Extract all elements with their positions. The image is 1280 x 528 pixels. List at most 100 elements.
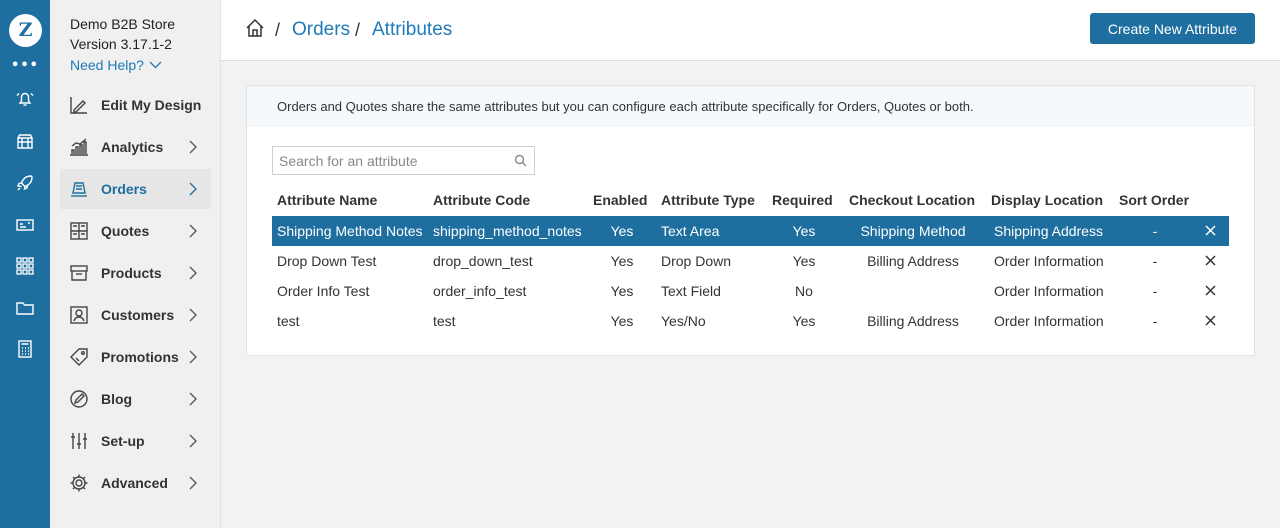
column-header[interactable]: Attribute Name (277, 192, 377, 208)
column-header[interactable]: Attribute Code (433, 192, 530, 208)
bell-icon[interactable] (15, 89, 35, 109)
pen-icon (69, 389, 89, 409)
create-new-attribute-button[interactable]: Create New Attribute (1090, 13, 1255, 44)
cell-checkout-location: Shipping Method (860, 223, 966, 239)
cell-display-location: Order Information (994, 283, 1104, 299)
cell-required: Yes (792, 313, 816, 329)
search-icon[interactable] (514, 154, 527, 167)
delete-icon[interactable] (1204, 224, 1217, 237)
breadcrumb-separator: / (355, 20, 361, 40)
cell-sort-order: - (1152, 283, 1158, 299)
nav-item-products[interactable]: Products (60, 253, 211, 293)
nav-label: Orders (101, 181, 147, 197)
delete-icon[interactable] (1204, 284, 1217, 297)
chevron-right-icon (189, 182, 197, 196)
chevron-right-icon (189, 266, 197, 280)
chevron-right-icon (189, 476, 197, 490)
cell-display-location: Order Information (994, 253, 1104, 269)
nav-label: Customers (101, 307, 175, 323)
apps-grid-icon[interactable] (15, 256, 35, 276)
cell-attribute-type: Drop Down (661, 253, 732, 269)
breadcrumb-attributes[interactable]: Attributes (372, 19, 452, 41)
column-header[interactable]: Required (772, 192, 833, 208)
sliders-icon (69, 431, 89, 451)
nav-item-analytics[interactable]: Analytics (60, 127, 211, 167)
cell-attribute-type: Text Area (661, 223, 720, 239)
cell-checkout-location: Billing Address (867, 313, 959, 329)
more-dots-icon[interactable]: ••• (0, 58, 50, 73)
nav-label: Promotions (101, 349, 179, 365)
column-header[interactable]: Display Location (991, 192, 1103, 208)
cell-enabled: Yes (610, 313, 634, 329)
column-header[interactable]: Enabled (593, 192, 647, 208)
box-icon (69, 263, 89, 283)
table-row[interactable]: Shipping Method Notes shipping_method_no… (272, 216, 1229, 246)
chevron-down-icon (149, 61, 162, 69)
cell-attribute-type: Text Field (661, 283, 721, 299)
nav-item-set-up[interactable]: Set-up (60, 421, 211, 461)
search-input[interactable] (273, 147, 508, 174)
gear-icon (69, 473, 89, 493)
nav-label: Advanced (101, 475, 168, 491)
cell-required: Yes (792, 253, 816, 269)
column-header[interactable]: Checkout Location (849, 192, 975, 208)
nav-label: Edit My Design (101, 97, 202, 113)
main-nav: Demo B2B Store Version 3.17.1-2 Need Hel… (50, 0, 221, 528)
chart-icon (69, 137, 89, 157)
cell-attribute-code: shipping_method_notes (433, 223, 582, 239)
store-version: Version 3.17.1-2 (70, 36, 172, 52)
info-text: Orders and Quotes share the same attribu… (277, 99, 974, 114)
chevron-right-icon (189, 392, 197, 406)
store-icon[interactable] (15, 131, 35, 151)
cell-display-location: Order Information (994, 313, 1104, 329)
table-row[interactable]: Drop Down Test drop_down_test Yes Drop D… (272, 246, 1229, 276)
nav-item-advanced[interactable]: Advanced (60, 463, 211, 503)
cell-attribute-code: test (433, 313, 456, 329)
nav-item-blog[interactable]: Blog (60, 379, 211, 419)
breadcrumb-separator: / (275, 20, 281, 40)
rocket-icon[interactable] (15, 173, 35, 193)
cell-checkout-location: Billing Address (867, 253, 959, 269)
home-icon[interactable] (245, 18, 265, 38)
need-help-label: Need Help? (70, 57, 144, 73)
cell-enabled: Yes (610, 283, 634, 299)
store-name: Demo B2B Store (70, 16, 176, 32)
cell-attribute-name: test (277, 313, 300, 329)
need-help-link[interactable]: Need Help? (70, 57, 162, 73)
cell-sort-order: - (1152, 253, 1158, 269)
tag-icon (69, 347, 89, 367)
info-banner: Orders and Quotes share the same attribu… (247, 86, 1254, 126)
nav-item-edit-my-design[interactable]: Edit My Design (60, 85, 211, 125)
nav-item-quotes[interactable]: Quotes (60, 211, 211, 251)
nav-item-promotions[interactable]: Promotions (60, 337, 211, 377)
page-header: / Orders / Attributes Create New Attribu… (221, 0, 1280, 61)
cell-attribute-code: drop_down_test (433, 253, 533, 269)
column-header[interactable]: Sort Order (1119, 192, 1189, 208)
nav-label: Products (101, 265, 162, 281)
nav-item-orders[interactable]: Orders (60, 169, 211, 209)
nav-label: Quotes (101, 223, 150, 239)
money-icon[interactable] (15, 215, 35, 235)
chevron-right-icon (189, 350, 197, 364)
customer-icon (69, 305, 89, 325)
delete-icon[interactable] (1204, 314, 1217, 327)
cell-required: Yes (792, 223, 816, 239)
table-row[interactable]: test test Yes Yes/No Yes Billing Address… (272, 306, 1229, 336)
nav-label: Blog (101, 391, 133, 407)
cell-enabled: Yes (610, 223, 634, 239)
cell-attribute-name: Order Info Test (277, 283, 370, 299)
nav-label: Set-up (101, 433, 145, 449)
nav-item-customers[interactable]: Customers (60, 295, 211, 335)
app-logo[interactable]: Z (9, 14, 42, 47)
column-header[interactable]: Attribute Type (661, 192, 755, 208)
chevron-right-icon (189, 434, 197, 448)
table-row[interactable]: Order Info Test order_info_test Yes Text… (272, 276, 1229, 306)
delete-icon[interactable] (1204, 254, 1217, 267)
cell-sort-order: - (1152, 223, 1158, 239)
calculator-icon[interactable] (15, 339, 35, 359)
folder-icon[interactable] (15, 298, 35, 318)
cell-attribute-type: Yes/No (661, 313, 706, 329)
icon-rail: Z ••• (0, 0, 50, 528)
cell-attribute-name: Drop Down Test (277, 253, 377, 269)
breadcrumb-orders[interactable]: Orders (292, 19, 350, 41)
